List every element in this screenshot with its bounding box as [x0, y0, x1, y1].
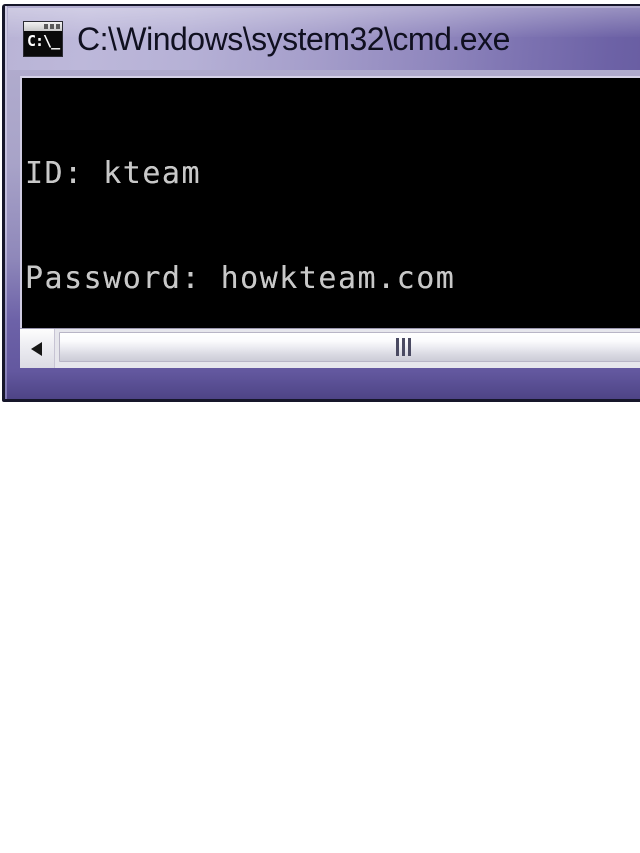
console-line: Password: howkteam.com — [25, 261, 456, 296]
scrollbar-grip — [396, 338, 414, 356]
chevron-left-icon — [31, 341, 42, 356]
horizontal-scrollbar[interactable] — [20, 328, 640, 368]
scrollbar-thumb[interactable] — [59, 332, 640, 362]
window-title-text: C:\Windows\system32\cmd.exe — [77, 21, 510, 57]
icon-title-strip — [24, 22, 62, 31]
page-white-space — [0, 403, 640, 853]
icon-minimize-dot — [44, 24, 48, 29]
scroll-left-arrow-button[interactable] — [20, 329, 55, 368]
console-output-area[interactable]: ID: kteam Password: howkteam.com Login s… — [20, 76, 640, 328]
cmd-console-icon: C:\_ — [23, 21, 63, 57]
scrollbar-track[interactable] — [55, 329, 640, 368]
window-title-bar[interactable]: C:\_ C:\Windows\system32\cmd.exe — [8, 8, 640, 70]
console-line: ID: kteam — [25, 156, 202, 191]
icon-prompt-text: C:\_ — [27, 32, 60, 50]
icon-close-dot — [56, 24, 60, 29]
command-prompt-window[interactable]: C:\_ C:\Windows\system32\cmd.exe ID: kte… — [0, 2, 640, 402]
console-text-buffer: ID: kteam Password: howkteam.com Login s… — [25, 86, 640, 328]
icon-maximize-dot — [50, 24, 54, 29]
